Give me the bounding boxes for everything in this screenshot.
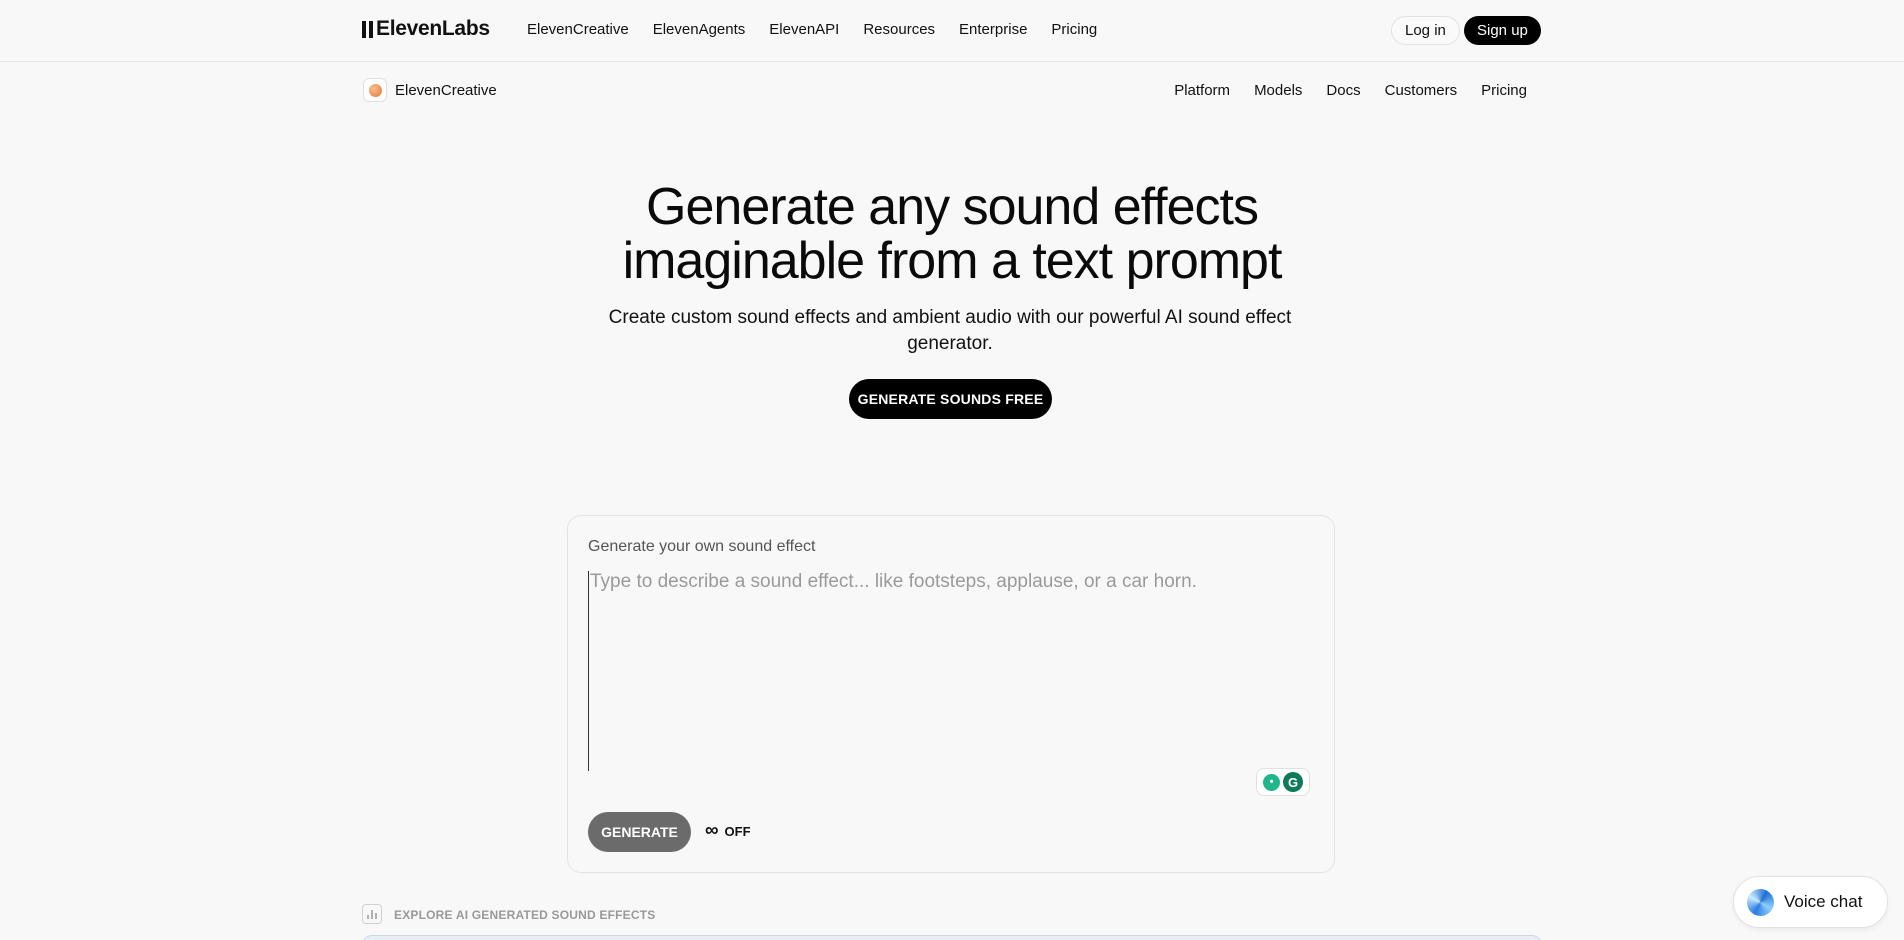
generate-button[interactable]: GENERATE	[588, 812, 691, 852]
sub-nav-links: Platform Models Docs Customers Pricing	[1174, 82, 1527, 99]
lightbulb-icon[interactable]: •	[1263, 773, 1280, 791]
nav-link-pricing[interactable]: Pricing	[1051, 21, 1097, 38]
explore-section-label: EXPLORE AI GENERATED SOUND EFFECTS	[394, 908, 656, 922]
main-nav-links: ElevenCreative ElevenAgents ElevenAPI Re…	[527, 21, 1097, 38]
loop-toggle[interactable]: ∞ OFF	[705, 820, 751, 841]
generator-label: Generate your own sound effect	[588, 538, 816, 555]
voice-chat-button[interactable]: Voice chat	[1733, 876, 1888, 928]
hero-title-line-1: Generate any sound effects	[646, 178, 1259, 236]
voice-chat-label: Voice chat	[1784, 892, 1863, 911]
login-button[interactable]: Log in	[1391, 16, 1460, 45]
hero-subtitle: Create custom sound effects and ambient …	[608, 307, 1292, 354]
subnav-link-models[interactable]: Models	[1254, 82, 1302, 99]
elevencreative-icon[interactable]	[363, 78, 387, 102]
explore-panel	[362, 935, 1542, 940]
voice-orb-icon	[1747, 888, 1774, 916]
nav-link-elevenapi[interactable]: ElevenAPI	[769, 21, 839, 38]
grammarly-icon[interactable]: G	[1283, 772, 1303, 792]
hero-title: Generate any sound effects imaginable fr…	[452, 180, 1452, 288]
subnav-link-pricing[interactable]: Pricing	[1481, 82, 1527, 99]
sound-description-input[interactable]	[588, 571, 1308, 771]
browser-extension-icons[interactable]: • G	[1256, 768, 1310, 796]
top-navigation: ElevenLabs ElevenCreative ElevenAgents E…	[0, 0, 1904, 62]
logo-text: ElevenLabs	[376, 17, 490, 40]
product-name[interactable]: ElevenCreative	[395, 82, 497, 99]
generate-sounds-free-button[interactable]: GENERATE SOUNDS FREE	[849, 379, 1052, 419]
nav-link-elevencreative[interactable]: ElevenCreative	[527, 21, 629, 38]
signup-button[interactable]: Sign up	[1464, 16, 1541, 45]
infinity-icon: ∞	[705, 820, 719, 841]
product-subnav: ElevenCreative Platform Models Docs Cust…	[0, 62, 1904, 118]
nav-link-elevenagents[interactable]: ElevenAgents	[653, 21, 746, 38]
bar-chart-icon	[362, 904, 382, 924]
logo-bars-icon	[362, 20, 373, 38]
elevenlabs-logo[interactable]: ElevenLabs	[362, 17, 490, 41]
subnav-link-customers[interactable]: Customers	[1385, 82, 1458, 99]
nav-link-enterprise[interactable]: Enterprise	[959, 21, 1027, 38]
nav-link-resources[interactable]: Resources	[863, 21, 935, 38]
subnav-link-platform[interactable]: Platform	[1174, 82, 1230, 99]
sound-effect-generator-card: Generate your own sound effect • G GENER…	[567, 515, 1335, 873]
loop-state: OFF	[724, 823, 751, 839]
subnav-link-docs[interactable]: Docs	[1326, 82, 1360, 99]
hero-title-line-2: imaginable from a text prompt	[622, 232, 1283, 290]
